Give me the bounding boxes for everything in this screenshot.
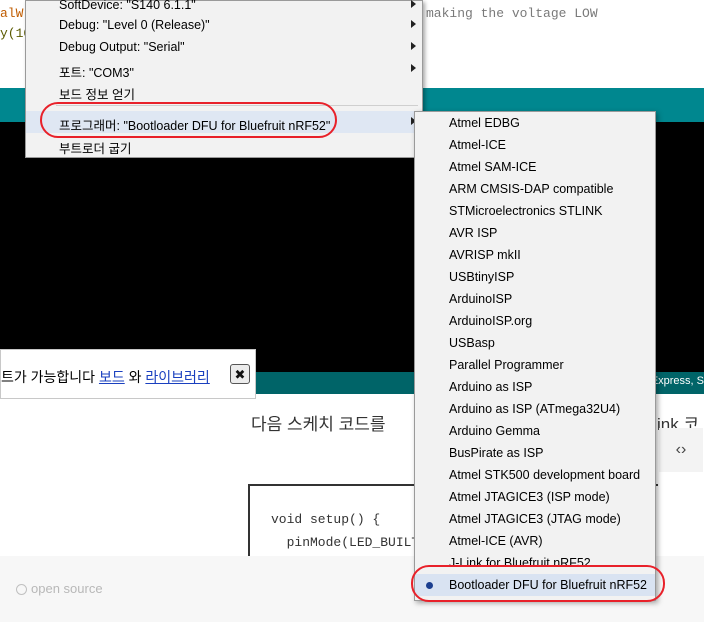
programmer-option[interactable]: Atmel SAM-ICE [415,156,655,178]
programmer-option-label: USBasp [449,336,495,350]
open-source-text: open source [31,581,103,596]
page-sentence-start: 다음 스케치 코드를 [251,415,386,434]
programmer-option-label: Parallel Programmer [449,358,564,372]
menu-item-label: Debug: "Level 0 (Release)" [59,18,210,32]
submenu-arrow-icon [411,0,416,8]
submenu-arrow-icon [411,42,416,50]
menu-item-debug-output[interactable]: Debug Output: "Serial" [26,36,422,58]
menu-item-port[interactable]: 포트: "COM3" [26,58,422,80]
programmer-option-label: Arduino Gemma [449,424,541,438]
code-comment: making the voltage LOW [426,6,598,21]
programmer-option[interactable]: USBasp [415,332,655,354]
programmer-option[interactable]: Atmel JTAGICE3 (ISP mode) [415,486,655,508]
boards-link[interactable]: 보드 [99,369,125,385]
programmer-option[interactable]: Arduino as ISP [415,376,655,398]
programmer-option-label: Atmel-ICE [449,138,506,152]
programmer-option[interactable]: ArduinoISP [415,288,655,310]
programmer-option-label: Atmel JTAGICE3 (JTAG mode) [449,512,621,526]
programmer-option-label: ArduinoISP [449,292,513,306]
code-toggle-icon[interactable]: ‹› [659,428,703,472]
programmer-option[interactable]: USBtinyISP [415,266,655,288]
code-block-line-1: void setup() { [271,512,381,527]
programmer-option[interactable]: Atmel EDBG [415,112,655,134]
menu-item-board-info[interactable]: 보드 정보 얻기 [26,80,422,102]
programmer-option-label: AVR ISP [449,226,498,240]
programmer-option-label: Atmel STK500 development board [449,468,641,482]
update-notification: 트가 가능합니다 보드 와 라이브러리 ✖ [0,349,256,399]
code-line-1: alW [0,6,24,21]
notification-text: 트가 가능합니다 [1,369,96,385]
programmer-option[interactable]: Parallel Programmer [415,354,655,376]
submenu-arrow-icon [411,20,416,28]
menu-item-label: 부트로더 굽기 [59,142,132,156]
close-icon[interactable]: ✖ [230,364,250,384]
programmer-option-label: Arduino as ISP [449,380,533,394]
menu-item-debug[interactable]: Debug: "Level 0 (Release)" [26,14,422,36]
programmer-option-label: Arduino as ISP (ATmega32U4) [449,402,621,416]
programmer-option[interactable]: STMicroelectronics STLINK [415,200,655,222]
libraries-link[interactable]: 라이브러리 [145,369,209,385]
programmer-option-label: USBtinyISP [449,270,515,284]
notification-text-wrap: 트가 가능합니다 보드 와 라이브러리 [1,367,210,387]
programmer-option[interactable]: ArduinoISP.org [415,310,655,332]
open-source-icon [16,584,27,595]
annotation-oval-selected [411,565,665,602]
programmer-submenu: Atmel EDBG Atmel-ICE Atmel SAM-ICE ARM C… [414,111,656,601]
programmer-option-label: Atmel JTAGICE3 (ISP mode) [449,490,610,504]
programmer-option[interactable]: ARM CMSIS-DAP compatible [415,178,655,200]
code-block-line-2: pinMode(LED_BUILT [271,535,420,550]
annotation-oval-programmer [40,102,337,138]
notification-joiner: 와 [128,369,142,385]
programmer-option[interactable]: Atmel-ICE (AVR) [415,530,655,552]
programmer-option[interactable]: Arduino Gemma [415,420,655,442]
programmer-option-label: Atmel SAM-ICE [449,160,537,174]
programmer-option[interactable]: BusPirate as ISP [415,442,655,464]
programmer-option[interactable]: Atmel-ICE [415,134,655,156]
programmer-option-label: BusPirate as ISP [449,446,544,460]
menu-item-label: Debug Output: "Serial" [59,40,185,54]
menu-item-label: 보드 정보 얻기 [59,88,135,102]
programmer-option[interactable]: Atmel STK500 development board [415,464,655,486]
submenu-arrow-icon [411,64,416,72]
programmer-option-label: ARM CMSIS-DAP compatible [449,182,614,196]
open-source-label: open source [16,581,103,596]
programmer-option[interactable]: Arduino as ISP (ATmega32U4) [415,398,655,420]
programmer-option-label: STMicroelectronics STLINK [449,204,603,218]
programmer-option-label: Atmel EDBG [449,116,520,130]
programmer-option[interactable]: Atmel JTAGICE3 (JTAG mode) [415,508,655,530]
menu-item-label: SoftDevice: "S140 6.1.1" [59,0,196,12]
programmer-option-label: AVRISP mkII [449,248,521,262]
programmer-option-label: Atmel-ICE (AVR) [449,534,543,548]
programmer-option[interactable]: AVRISP mkII [415,244,655,266]
programmer-option[interactable]: AVR ISP [415,222,655,244]
programmer-option-label: ArduinoISP.org [449,314,533,328]
menu-item-label: 포트: "COM3" [59,66,134,80]
